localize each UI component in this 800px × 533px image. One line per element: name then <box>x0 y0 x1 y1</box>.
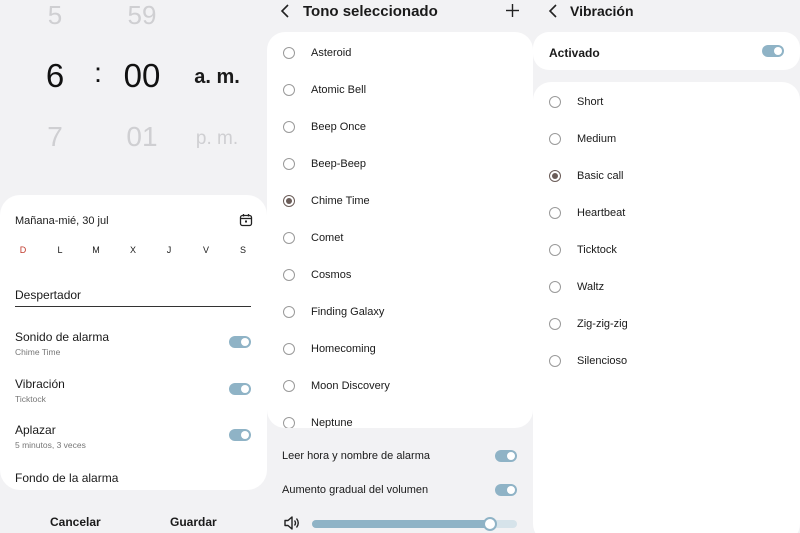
tone-label: Moon Discovery <box>311 380 390 392</box>
tone-label: Neptune <box>311 417 353 428</box>
radio-button-selected[interactable] <box>283 195 295 207</box>
radio-button[interactable] <box>283 269 295 281</box>
time-separator: : <box>94 57 102 88</box>
radio-button[interactable] <box>283 84 295 96</box>
back-arrow-icon[interactable] <box>548 4 560 18</box>
radio-button[interactable] <box>283 343 295 355</box>
pattern-label: Short <box>577 96 604 108</box>
setting-subtitle: Chime Time <box>15 347 61 357</box>
setting-vibration[interactable]: Vibración Ticktock <box>15 377 255 404</box>
day-tuesday[interactable]: M <box>86 245 106 255</box>
radio-button[interactable] <box>549 244 561 256</box>
alarm-name-underline <box>15 306 251 307</box>
radio-button[interactable] <box>549 318 561 330</box>
hour-below[interactable]: 7 <box>44 121 66 153</box>
setting-title: Sonido de alarma <box>15 330 110 344</box>
setting-alarm-background[interactable]: Fondo de la alarma <box>15 471 255 485</box>
pattern-label: Zig-zig-zig <box>577 318 628 330</box>
tone-label: Comet <box>311 232 344 244</box>
setting-subtitle: 5 minutos, 3 veces <box>15 440 86 450</box>
cancel-button[interactable]: Cancelar <box>50 515 101 529</box>
tone-label: Chime Time <box>311 195 370 207</box>
tone-label: Cosmos <box>311 269 352 281</box>
radio-button[interactable] <box>283 47 295 59</box>
hour-above[interactable]: 5 <box>44 0 66 31</box>
alarm-editor-panel: 5 59 6 : 00 a. m. 7 01 p. m. Mañana-mié,… <box>0 0 267 533</box>
page-title: Vibración <box>570 3 634 19</box>
page-title: Tono seleccionado <box>303 3 438 20</box>
activation-card[interactable]: Activado <box>533 32 800 70</box>
read-time-option[interactable]: Leer hora y nombre de alarma <box>282 450 430 462</box>
vibration-panel: Vibración Activado Short Medium Basic ca… <box>533 0 800 533</box>
period-value[interactable]: a. m. <box>192 66 242 89</box>
radio-button[interactable] <box>283 232 295 244</box>
activated-label: Activado <box>549 46 600 60</box>
vibration-pattern-card: Short Medium Basic call Heartbeat Tickto… <box>533 82 800 533</box>
radio-button[interactable] <box>549 355 561 367</box>
pattern-label: Medium <box>577 133 617 145</box>
day-friday[interactable]: V <box>196 245 216 255</box>
day-sunday[interactable]: D <box>13 245 33 255</box>
volume-slider[interactable] <box>312 517 517 531</box>
day-wednesday[interactable]: X <box>123 245 143 255</box>
tone-label: Finding Galaxy <box>311 306 385 318</box>
calendar-icon[interactable] <box>239 213 253 227</box>
snooze-toggle[interactable] <box>229 429 251 441</box>
save-button[interactable]: Guardar <box>170 515 217 529</box>
minute-below[interactable]: 01 <box>120 121 164 153</box>
tone-list-card: Asteroid Atomic Bell Beep Once Beep-Beep… <box>267 32 533 428</box>
volume-slider-fill <box>312 520 491 528</box>
minute-above[interactable]: 59 <box>120 0 164 31</box>
vibration-activated-toggle[interactable] <box>762 45 784 57</box>
pattern-label: Ticktock <box>577 244 617 256</box>
alarm-name-field[interactable]: Despertador <box>15 288 81 302</box>
setting-subtitle: Ticktock <box>15 394 46 404</box>
setting-title: Aplazar <box>15 423 56 437</box>
pattern-label: Basic call <box>577 170 624 182</box>
alarm-sound-toggle[interactable] <box>229 336 251 348</box>
gradual-volume-option[interactable]: Aumento gradual del volumen <box>282 484 428 496</box>
tone-label: Atomic Bell <box>311 84 367 96</box>
radio-button[interactable] <box>549 281 561 293</box>
period-below[interactable]: p. m. <box>192 128 242 150</box>
weekday-selector: D L M X J V S <box>0 245 267 259</box>
radio-button[interactable] <box>283 417 295 428</box>
radio-button[interactable] <box>283 121 295 133</box>
hour-value[interactable]: 6 <box>42 57 68 95</box>
pattern-label: Silencioso <box>577 355 628 367</box>
day-thursday[interactable]: J <box>159 245 179 255</box>
back-arrow-icon[interactable] <box>280 4 292 18</box>
pattern-label: Heartbeat <box>577 207 626 219</box>
radio-button[interactable] <box>283 306 295 318</box>
add-icon[interactable] <box>505 3 520 18</box>
radio-button-selected[interactable] <box>549 170 561 182</box>
setting-alarm-sound[interactable]: Sonido de alarma Chime Time <box>15 330 255 357</box>
radio-button[interactable] <box>549 133 561 145</box>
tone-label: Asteroid <box>311 47 352 59</box>
gradual-volume-toggle[interactable] <box>495 484 517 496</box>
pattern-label: Waltz <box>577 281 605 293</box>
radio-button[interactable] <box>549 96 561 108</box>
radio-button[interactable] <box>549 207 561 219</box>
date-label: Mañana-mié, 30 jul <box>15 215 109 227</box>
radio-button[interactable] <box>283 380 295 392</box>
day-saturday[interactable]: S <box>233 245 253 255</box>
tone-label: Homecoming <box>311 343 376 355</box>
day-monday[interactable]: L <box>50 245 70 255</box>
volume-icon <box>284 516 299 530</box>
alarm-settings-card: Mañana-mié, 30 jul D L M X J V S Despert… <box>0 195 267 490</box>
read-time-toggle[interactable] <box>495 450 517 462</box>
tone-label: Beep Once <box>311 121 367 133</box>
minute-value[interactable]: 00 <box>120 57 164 95</box>
tone-selection-panel: Tono seleccionado Asteroid Atomic Bell B… <box>267 0 533 533</box>
radio-button[interactable] <box>283 158 295 170</box>
tone-label: Beep-Beep <box>311 158 367 170</box>
setting-title: Vibración <box>15 377 65 391</box>
setting-title: Fondo de la alarma <box>15 471 119 485</box>
volume-slider-thumb[interactable] <box>483 517 498 531</box>
setting-snooze[interactable]: Aplazar 5 minutos, 3 veces <box>15 423 255 450</box>
vibration-toggle[interactable] <box>229 383 251 395</box>
